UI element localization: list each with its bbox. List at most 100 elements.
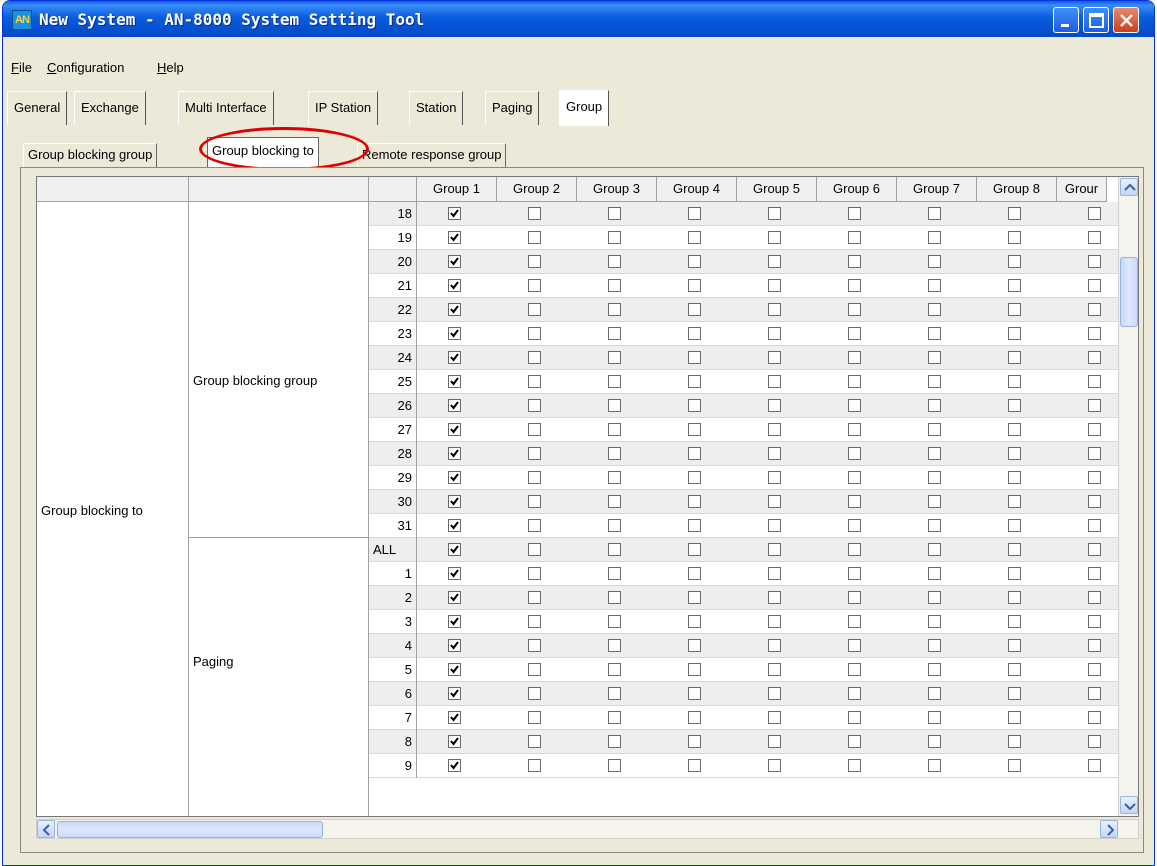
checkbox[interactable] [688,447,701,460]
checkbox[interactable] [1088,471,1101,484]
checkbox[interactable] [528,303,541,316]
checkbox[interactable] [768,207,781,220]
checkbox[interactable] [1088,303,1101,316]
checkbox[interactable] [688,735,701,748]
checkbox[interactable] [608,255,621,268]
checkbox[interactable] [688,759,701,772]
checkbox[interactable] [848,327,861,340]
checkbox[interactable] [528,327,541,340]
scroll-left-button[interactable] [37,820,55,838]
checkbox[interactable] [608,711,621,724]
scroll-down-button[interactable] [1120,796,1138,814]
checkbox[interactable] [608,375,621,388]
checkbox-checked[interactable] [448,279,461,292]
checkbox[interactable] [688,567,701,580]
checkbox[interactable] [688,207,701,220]
subtab-group-blocking-group[interactable]: Group blocking group [23,143,158,167]
checkbox[interactable] [928,399,941,412]
checkbox-checked[interactable] [448,735,461,748]
checkbox[interactable] [688,663,701,676]
checkbox[interactable] [528,639,541,652]
checkbox-checked[interactable] [448,423,461,436]
checkbox[interactable] [688,543,701,556]
checkbox[interactable] [528,351,541,364]
checkbox[interactable] [688,303,701,316]
checkbox-checked[interactable] [448,447,461,460]
checkbox[interactable] [928,543,941,556]
checkbox[interactable] [848,711,861,724]
checkbox-checked[interactable] [448,375,461,388]
checkbox[interactable] [928,255,941,268]
checkbox[interactable] [928,591,941,604]
checkbox[interactable] [608,543,621,556]
tab-group[interactable]: Group [559,90,610,126]
checkbox[interactable] [768,495,781,508]
checkbox[interactable] [848,759,861,772]
checkbox-checked[interactable] [448,471,461,484]
checkbox[interactable] [1008,495,1021,508]
checkbox[interactable] [848,639,861,652]
vertical-scrollbar[interactable] [1118,177,1138,816]
checkbox[interactable] [688,375,701,388]
checkbox[interactable] [768,279,781,292]
checkbox[interactable] [688,711,701,724]
checkbox[interactable] [768,663,781,676]
checkbox-checked[interactable] [448,615,461,628]
checkbox[interactable] [528,543,541,556]
checkbox[interactable] [528,399,541,412]
checkbox-checked[interactable] [448,591,461,604]
checkbox[interactable] [528,663,541,676]
checkbox[interactable] [608,279,621,292]
checkbox-checked[interactable] [448,759,461,772]
checkbox[interactable] [1008,663,1021,676]
checkbox[interactable] [1008,591,1021,604]
column-header[interactable]: Group 5 [737,177,817,202]
checkbox-checked[interactable] [448,207,461,220]
checkbox[interactable] [608,519,621,532]
checkbox[interactable] [928,207,941,220]
checkbox[interactable] [928,663,941,676]
checkbox[interactable] [688,615,701,628]
checkbox[interactable] [608,447,621,460]
checkbox[interactable] [928,711,941,724]
checkbox[interactable] [848,207,861,220]
checkbox[interactable] [768,711,781,724]
checkbox[interactable] [1088,615,1101,628]
checkbox[interactable] [848,543,861,556]
subtab-group-blocking-to[interactable]: Group blocking to [207,137,319,167]
checkbox[interactable] [928,687,941,700]
checkbox[interactable] [1088,759,1101,772]
checkbox[interactable] [768,759,781,772]
checkbox[interactable] [1008,519,1021,532]
checkbox[interactable] [768,447,781,460]
checkbox[interactable] [528,615,541,628]
checkbox-checked[interactable] [448,639,461,652]
checkbox[interactable] [688,327,701,340]
checkbox[interactable] [848,495,861,508]
checkbox[interactable] [848,231,861,244]
checkbox[interactable] [688,231,701,244]
checkbox[interactable] [848,615,861,628]
checkbox[interactable] [608,615,621,628]
close-button[interactable] [1113,7,1139,33]
checkbox[interactable] [1008,399,1021,412]
checkbox[interactable] [848,399,861,412]
checkbox[interactable] [928,639,941,652]
checkbox-checked[interactable] [448,399,461,412]
checkbox[interactable] [848,567,861,580]
checkbox[interactable] [608,471,621,484]
checkbox[interactable] [1008,351,1021,364]
checkbox[interactable] [1088,255,1101,268]
checkbox[interactable] [928,423,941,436]
checkbox[interactable] [848,303,861,316]
checkbox[interactable] [848,591,861,604]
checkbox[interactable] [688,591,701,604]
checkbox[interactable] [768,231,781,244]
checkbox[interactable] [528,735,541,748]
checkbox[interactable] [1088,279,1101,292]
checkbox[interactable] [528,495,541,508]
subtab-remote-response-group[interactable]: Remote response group [357,143,507,167]
checkbox[interactable] [1088,351,1101,364]
checkbox[interactable] [848,663,861,676]
checkbox[interactable] [1088,687,1101,700]
